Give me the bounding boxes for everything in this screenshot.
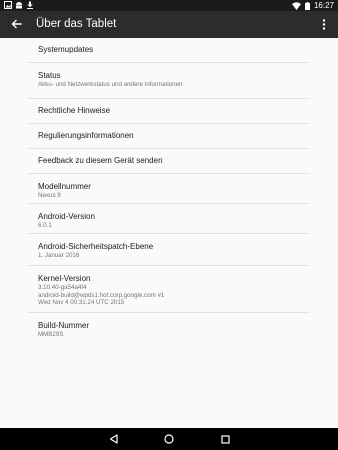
status-bar-notifications	[4, 1, 34, 9]
back-button[interactable]	[6, 14, 26, 34]
navigation-bar	[0, 428, 338, 450]
android-icon	[16, 2, 22, 9]
item-summary: MMB29S	[38, 331, 64, 338]
nav-back-button[interactable]	[107, 433, 119, 445]
item-summary: 3.10.40-ga54a4f4	[38, 284, 87, 291]
home-circle-icon	[164, 434, 174, 444]
list-item-legal[interactable]: Rechtliche Hinweise	[28, 99, 310, 124]
list-item-status[interactable]: Status Akku- und Netzwerkstatus und ande…	[28, 63, 310, 99]
image-icon	[4, 1, 12, 9]
page-title: Über das Tablet	[36, 18, 117, 30]
list-item-system-updates[interactable]: Systemupdates	[28, 38, 310, 63]
item-summary: Akku- und Netzwerkstatus und andere Info…	[38, 81, 183, 88]
nav-home-button[interactable]	[163, 433, 175, 445]
item-title: Regulierungsinformationen	[38, 131, 134, 140]
item-summary: android-build@wpds1.hot.corp.google.com …	[38, 291, 165, 299]
list-item-android-version[interactable]: Android-Version 6.0.1	[28, 204, 310, 234]
item-summary: Nexus 9	[38, 192, 61, 199]
arrow-back-icon	[11, 19, 21, 29]
status-bar: 16:27	[0, 0, 338, 11]
item-title: Android-Version	[38, 212, 95, 221]
recents-square-icon	[220, 434, 230, 444]
overflow-menu-button[interactable]	[316, 14, 332, 34]
more-vert-icon	[322, 18, 326, 30]
list-item-security-patch[interactable]: Android-Sicherheitspatch-Ebene 1. Januar…	[28, 234, 310, 266]
item-summary: 6.0.1	[38, 222, 52, 229]
list-item-build-number[interactable]: Build-Nummer MMB29S	[28, 313, 310, 343]
item-title: Build-Nummer	[38, 321, 90, 330]
item-title: Systemupdates	[38, 45, 94, 54]
item-title: Feedback zu diesem Gerät senden	[38, 156, 163, 165]
app-bar: Über das Tablet	[0, 11, 338, 38]
status-time: 16:27	[313, 1, 334, 10]
list-item-kernel-version[interactable]: Kernel-Version 3.10.40-ga54a4f4 android-…	[28, 266, 310, 313]
download-icon	[27, 1, 33, 9]
list-item-model-number[interactable]: Modellnummer Nexus 9	[28, 174, 310, 204]
battery-icon	[304, 1, 310, 10]
item-title: Status	[38, 71, 61, 80]
item-title: Android-Sicherheitspatch-Ebene	[38, 242, 154, 251]
item-summary: Wed Nov 4 00:31:24 UTC 2015	[38, 299, 125, 307]
list-item-regulatory[interactable]: Regulierungsinformationen	[28, 124, 310, 149]
item-title: Kernel-Version	[38, 274, 91, 283]
nav-recents-button[interactable]	[219, 433, 231, 445]
item-summary: 1. Januar 2016	[38, 252, 80, 259]
wifi-icon	[291, 1, 301, 10]
status-bar-system: 16:27	[291, 0, 334, 11]
list-item-feedback[interactable]: Feedback zu diesem Gerät senden	[28, 149, 310, 174]
item-title: Rechtliche Hinweise	[38, 106, 111, 115]
back-triangle-icon	[109, 434, 118, 444]
item-title: Modellnummer	[38, 182, 91, 191]
